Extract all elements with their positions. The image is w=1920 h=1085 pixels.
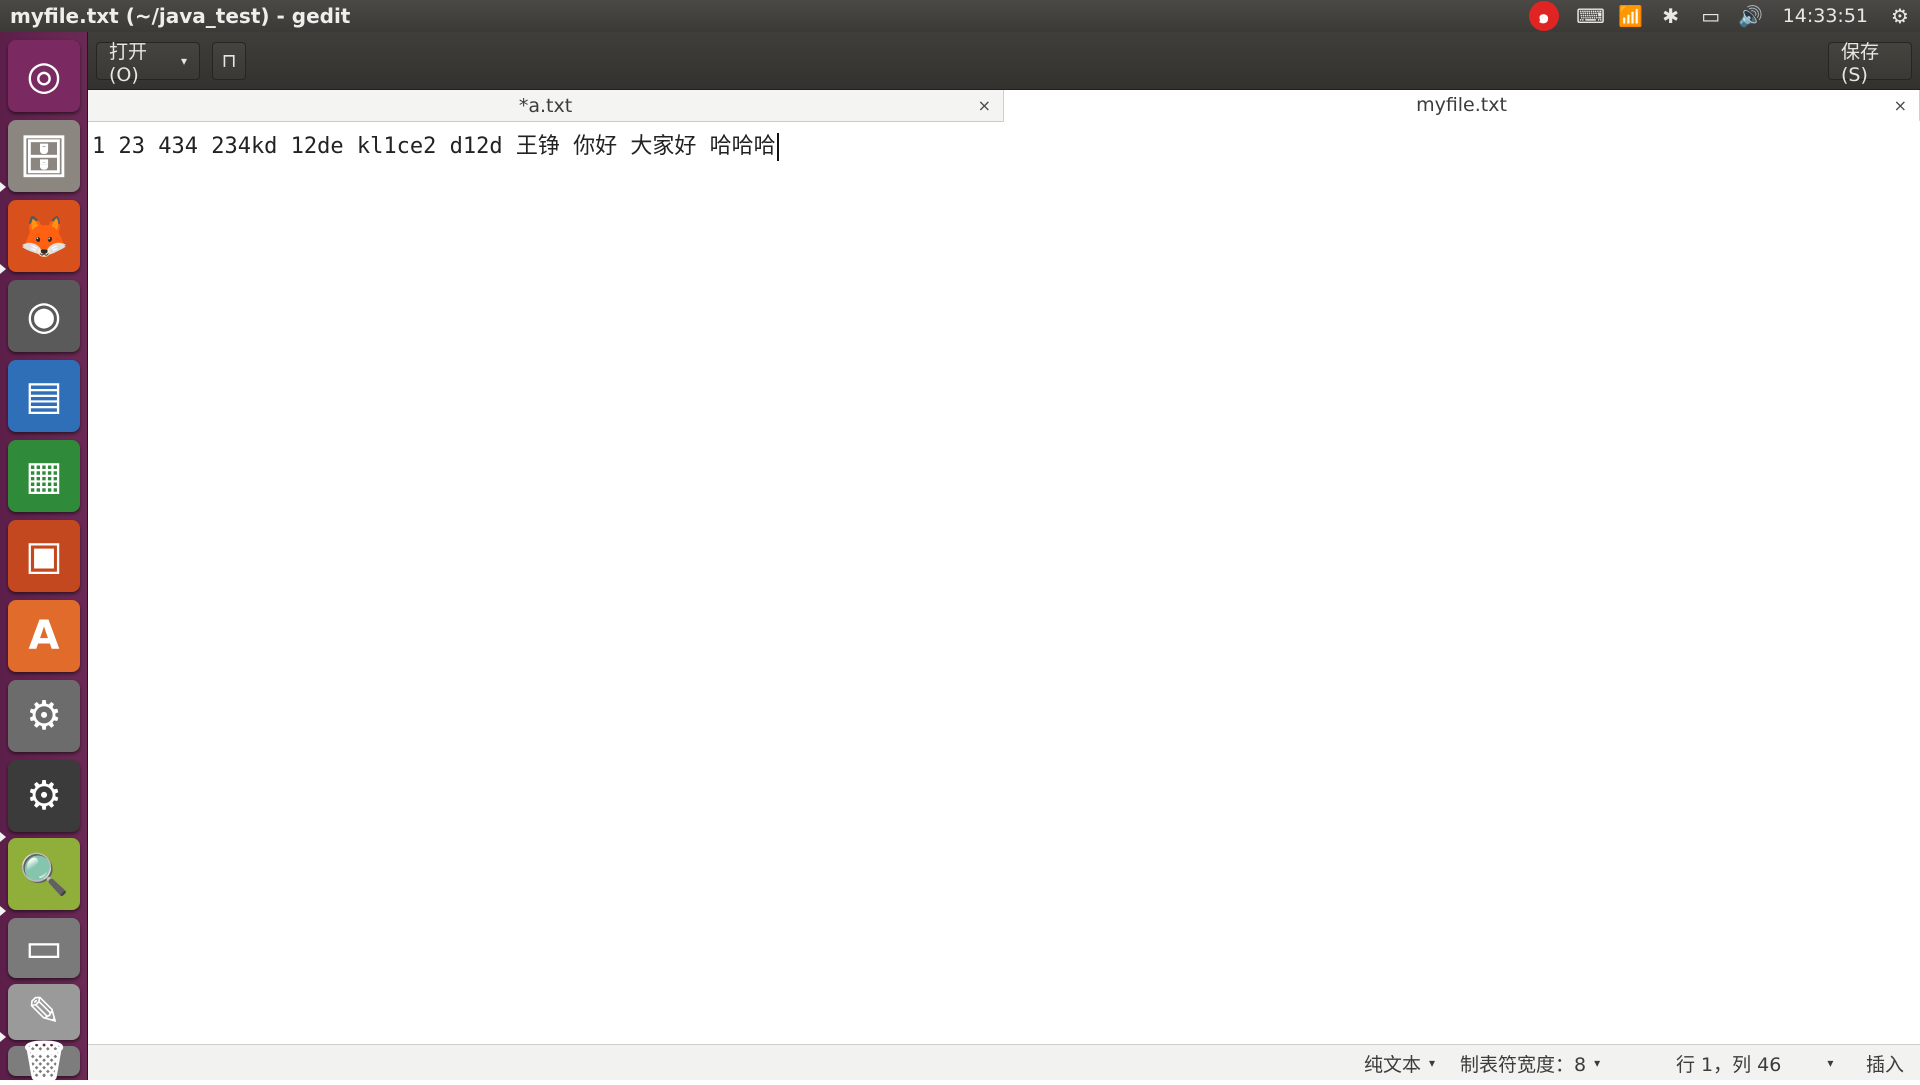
netease-music-icon[interactable]: ๑ (1528, 1, 1559, 31)
tab-a-txt[interactable]: *a.txt × (88, 90, 1004, 122)
editor-line[interactable]: 1 23 434 234kd 12de kl1ce2 d12d 王铮 你好 大家… (92, 128, 779, 161)
battery-icon[interactable]: ▭ (1691, 0, 1731, 32)
image-viewer-icon[interactable]: 🔍 (8, 838, 80, 910)
insert-mode-label: 插入 (1866, 1053, 1905, 1076)
language-label: 纯文本 (1364, 1053, 1422, 1076)
libreoffice-impress-icon[interactable]: ▣ (8, 520, 80, 592)
close-icon[interactable]: × (1894, 96, 1907, 115)
wifi-icon[interactable]: 📶 (1611, 0, 1651, 32)
open-button[interactable]: 打开(O) ▾ (96, 41, 200, 86)
eclipse-javaee-icon[interactable]: ⚙ (8, 760, 80, 832)
launcher: ◎ 🗄 🦊 ◉ ▤ ▦ ▣ A ⚙ ⚙ 🔍 ▭ ✎ 🗑 (0, 32, 88, 1085)
cursor-position-label: 行 1，列 46 (1676, 1053, 1782, 1076)
tab-label: myfile.txt (1416, 94, 1507, 116)
system-settings-icon[interactable]: ⚙ (8, 680, 80, 752)
clock[interactable]: 14:33:51 (1771, 0, 1880, 32)
editor-text: 1 23 434 234kd 12de kl1ce2 d12d 王铮 你好 大家… (92, 134, 776, 159)
tab-width-selector[interactable]: 制表符宽度：8 ▾ (1460, 1045, 1600, 1081)
text-editor-icon[interactable]: ✎ (8, 984, 80, 1040)
stacked-windows-icon[interactable]: ▭ (8, 918, 80, 978)
tab-bar: *a.txt × myfile.txt × (88, 90, 1920, 122)
bluetooth-icon[interactable]: ✱ (1651, 0, 1691, 32)
open-button-label: 打开(O) (109, 40, 148, 86)
top-panel: myfile.txt (~/java_test) - gedit ๑ ⌨ 📶 ✱… (0, 0, 1920, 32)
tab-myfile-txt[interactable]: myfile.txt × (1004, 90, 1920, 122)
software-center-icon[interactable]: A (8, 600, 80, 672)
save-button-label: 保存(S) (1841, 40, 1880, 86)
volume-icon[interactable]: 🔊 (1731, 0, 1771, 32)
indicator-area: ๑ ⌨ 📶 ✱ ▭ 🔊 14:33:51 ⚙ (1528, 0, 1920, 32)
language-selector[interactable]: 纯文本 ▾ (1364, 1045, 1435, 1081)
tab-label: *a.txt (518, 95, 573, 117)
files-icon[interactable]: 🗄 (8, 120, 80, 192)
window-title: myfile.txt (~/java_test) - gedit (10, 4, 351, 28)
chevron-down-icon: ▾ (1827, 1056, 1834, 1070)
insert-mode[interactable]: 插入 (1866, 1045, 1904, 1081)
eye-app-icon[interactable]: ◉ (8, 280, 80, 352)
tab-width-label: 制表符宽度：8 (1460, 1053, 1587, 1076)
ubuntu-dash-icon[interactable]: ◎ (8, 40, 80, 112)
trash-icon[interactable]: 🗑 (8, 1039, 80, 1085)
save-button[interactable]: 保存(S) (1828, 41, 1912, 86)
chevron-down-icon: ▾ (180, 54, 187, 68)
status-bar: 纯文本 ▾ 制表符宽度：8 ▾ 行 1，列 46 ▾ 插入 (88, 1044, 1920, 1080)
header-bar: 打开(O) ▾ ⊓ 保存(S) (88, 32, 1920, 90)
libreoffice-calc-icon[interactable]: ▦ (8, 440, 80, 512)
firefox-icon[interactable]: 🦊 (8, 200, 80, 272)
cursor-position-selector[interactable]: 行 1，列 46 ▾ (1676, 1045, 1833, 1081)
settings-gear-icon[interactable]: ⚙ (1880, 0, 1920, 32)
close-icon[interactable]: × (978, 96, 991, 115)
chevron-down-icon: ▾ (1594, 1056, 1601, 1070)
libreoffice-writer-icon[interactable]: ▤ (8, 360, 80, 432)
chevron-down-icon: ▾ (1429, 1056, 1436, 1070)
keyboard-icon[interactable]: ⌨ (1571, 0, 1611, 32)
pin-document-button[interactable]: ⊓ (212, 42, 246, 80)
text-editor-area[interactable]: 1 23 434 234kd 12de kl1ce2 d12d 王铮 你好 大家… (88, 122, 1920, 1044)
pin-icon: ⊓ (221, 50, 237, 72)
text-cursor (776, 133, 779, 161)
